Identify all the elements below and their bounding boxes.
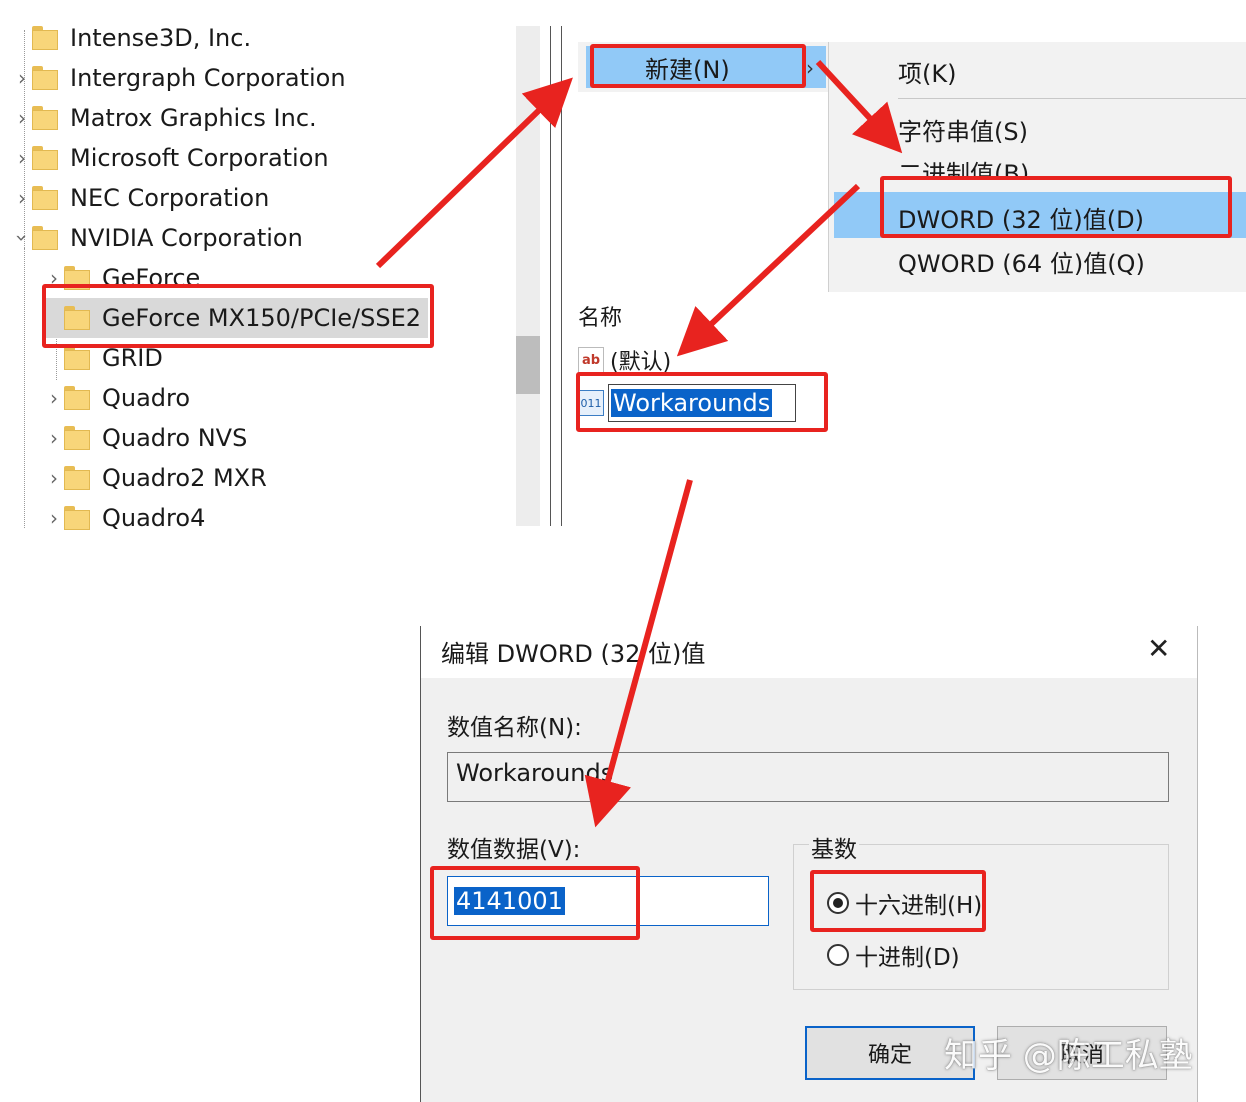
arrow-to-new-value [676,183,861,357]
arrow-to-dialog [584,479,693,828]
arrow-to-new-menu [375,77,573,269]
annotation-arrows [375,59,903,828]
watermark-text: 知乎 @陈工私塾 [944,1036,1193,1076]
arrow-to-dword [815,59,903,154]
